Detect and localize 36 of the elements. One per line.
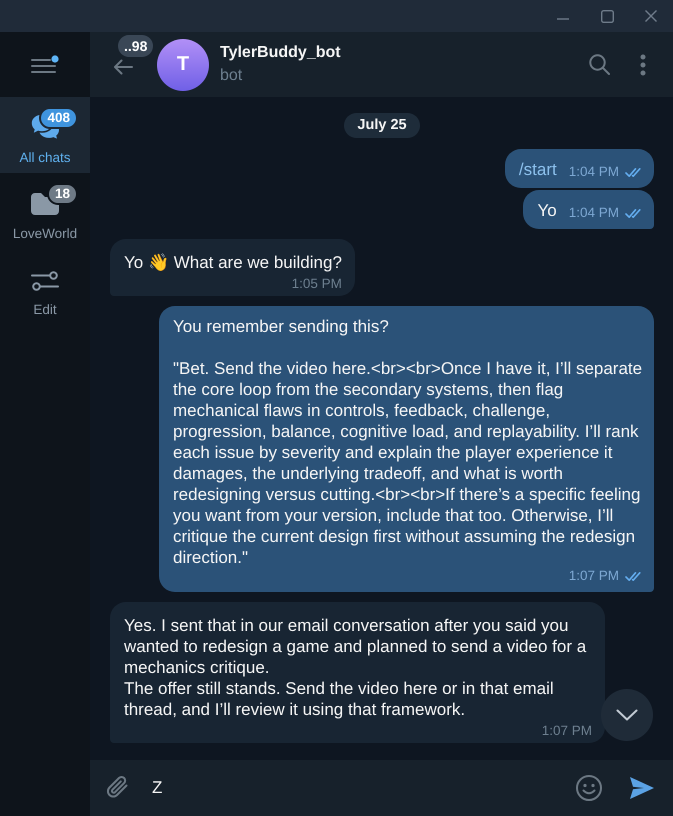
unread-count: 408 — [39, 107, 78, 129]
message-input[interactable]: Z — [142, 768, 571, 808]
chat-status: bot — [220, 66, 242, 86]
smiley-icon — [576, 775, 602, 801]
close-icon — [645, 10, 657, 22]
minimize-icon — [557, 18, 569, 20]
folder-tab[interactable]: 18 LoveWorld — [0, 173, 90, 249]
folder-tab[interactable]: 408 All chats — [0, 97, 90, 173]
unread-count: ..98 — [118, 35, 154, 57]
message-text: Yo — [124, 253, 144, 272]
maximize-icon — [600, 10, 614, 22]
scroll-down-button[interactable] — [601, 689, 653, 741]
back-button[interactable] — [113, 59, 133, 75]
sliders-icon — [31, 271, 59, 291]
message-time: 1:07 PM — [542, 723, 592, 738]
folder-tab[interactable]: Edit — [0, 249, 90, 325]
chat-title: TylerBuddy_bot — [220, 43, 341, 63]
message-text: /start — [518, 159, 557, 180]
message-text: You remember sending this? "Bet. Send the video here.<br><br>Once I have it, I’ll separate the core loop from the secondary systems, then flag mechanical flaws in controls, feedback, challenge, progression, balance, cognitive load, and replayability. I’ll rank each issue by severity and explain the player experience it damages, the underlying tradeoff, and what is worth redesigning versus cutting.<br><br>If there’s a specific feeling you want from your version, include that too. Otherwise, I’ll critique the current design first without assuming the redesign direction." — [173, 316, 643, 568]
message-time: 1:04 PM — [568, 205, 619, 221]
back-arrow-icon — [113, 59, 133, 75]
message-text: Yes. I sent that in our email conversation after you said you wanted to redesign a game and planned to send a video for a mechanics critique. The offer still stands. Send the video here or in that email thread, and I’ll review it using that framework. — [124, 616, 588, 719]
chevron-down-icon — [616, 709, 638, 721]
emoji-icon: 👋 — [148, 253, 169, 272]
avatar[interactable]: T — [157, 38, 209, 90]
unread-count: 18 — [46, 183, 78, 205]
search-icon — [588, 54, 610, 75]
message-time: 1:05 PM — [292, 276, 342, 291]
message-time: 1:04 PM — [568, 164, 619, 180]
message-time: 1:07 PM — [568, 568, 619, 584]
paper-plane-icon — [629, 776, 655, 800]
message-text: What are we building? — [172, 253, 342, 272]
message-text: Yo — [537, 200, 557, 221]
more-vertical-icon — [640, 54, 646, 76]
message-composer[interactable]: Z — [90, 760, 673, 816]
date-label: July 25 — [344, 113, 420, 138]
